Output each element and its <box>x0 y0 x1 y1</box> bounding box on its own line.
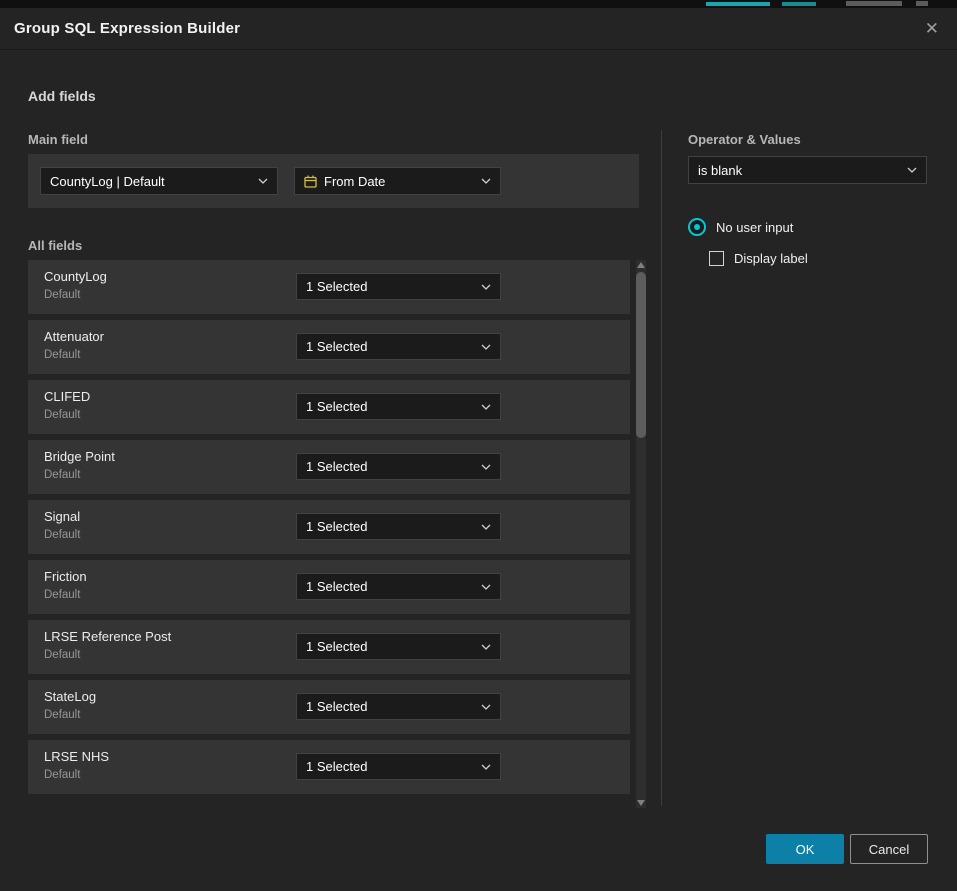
chevron-down-icon <box>481 284 491 290</box>
field-row-clifed[interactable]: CLIFED Default 1 Selected <box>28 380 630 434</box>
field-subtitle: Default <box>44 589 80 601</box>
checkbox-unchecked-icon <box>709 251 724 266</box>
chevron-down-icon <box>481 404 491 410</box>
dialog-header: Group SQL Expression Builder ✕ <box>0 8 957 50</box>
all-fields-label: All fields <box>28 238 82 253</box>
field-name: StateLog <box>44 689 96 704</box>
group-sql-expression-builder-dialog: Group SQL Expression Builder ✕ Add field… <box>0 8 957 891</box>
scrollbar-thumb[interactable] <box>636 272 646 438</box>
field-selected-value: 1 Selected <box>306 639 367 654</box>
display-label-checkbox[interactable]: Display label <box>709 251 808 266</box>
field-selected-value: 1 Selected <box>306 519 367 534</box>
field-row-lrse-reference-post[interactable]: LRSE Reference Post Default 1 Selected <box>28 620 630 674</box>
field-row-lrse-nhs[interactable]: LRSE NHS Default 1 Selected <box>28 740 630 794</box>
field-selected-dropdown[interactable]: 1 Selected <box>296 333 501 360</box>
chevron-down-icon <box>481 524 491 530</box>
field-row-attenuator[interactable]: Attenuator Default 1 Selected <box>28 320 630 374</box>
field-subtitle: Default <box>44 409 80 421</box>
field-selected-dropdown[interactable]: 1 Selected <box>296 513 501 540</box>
main-field-source-value: CountyLog | Default <box>50 174 165 189</box>
add-fields-heading: Add fields <box>28 88 96 104</box>
field-selected-dropdown[interactable]: 1 Selected <box>296 453 501 480</box>
main-field-date-value: From Date <box>324 174 385 189</box>
display-label-label: Display label <box>734 251 808 266</box>
main-field-date-dropdown[interactable]: From Date <box>294 167 501 195</box>
main-field-panel: CountyLog | Default From Date <box>28 154 639 208</box>
radio-selected-icon <box>688 218 706 236</box>
field-selected-dropdown[interactable]: 1 Selected <box>296 273 501 300</box>
no-user-input-label: No user input <box>716 220 793 235</box>
chevron-down-icon <box>481 584 491 590</box>
field-subtitle: Default <box>44 649 80 661</box>
chevron-down-icon <box>481 644 491 650</box>
chevron-down-icon <box>481 704 491 710</box>
background-artifact <box>846 1 902 6</box>
field-name: Friction <box>44 569 87 584</box>
field-row-countylog[interactable]: CountyLog Default 1 Selected <box>28 260 630 314</box>
chevron-down-icon <box>481 344 491 350</box>
chevron-down-icon <box>481 764 491 770</box>
ok-button[interactable]: OK <box>766 834 844 864</box>
field-selected-value: 1 Selected <box>306 279 367 294</box>
no-user-input-radio[interactable]: No user input <box>688 218 793 236</box>
dialog-title: Group SQL Expression Builder <box>14 20 240 37</box>
main-field-source-dropdown[interactable]: CountyLog | Default <box>40 167 278 195</box>
field-subtitle: Default <box>44 349 80 361</box>
field-name: LRSE Reference Post <box>44 629 171 644</box>
field-selected-value: 1 Selected <box>306 339 367 354</box>
chevron-down-icon <box>481 178 491 184</box>
field-subtitle: Default <box>44 289 80 301</box>
field-selected-value: 1 Selected <box>306 579 367 594</box>
field-row-statelog[interactable]: StateLog Default 1 Selected <box>28 680 630 734</box>
operator-values-label: Operator & Values <box>688 132 801 147</box>
field-selected-dropdown[interactable]: 1 Selected <box>296 753 501 780</box>
operator-dropdown[interactable]: is blank <box>688 156 927 184</box>
field-row-signal[interactable]: Signal Default 1 Selected <box>28 500 630 554</box>
fields-scrollbar[interactable] <box>636 260 646 808</box>
main-field-label: Main field <box>28 132 88 147</box>
field-name: Attenuator <box>44 329 104 344</box>
scroll-up-icon[interactable] <box>637 262 645 268</box>
field-selected-value: 1 Selected <box>306 399 367 414</box>
field-selected-value: 1 Selected <box>306 759 367 774</box>
all-fields-list: CountyLog Default 1 Selected Attenuator … <box>28 260 630 800</box>
field-selected-dropdown[interactable]: 1 Selected <box>296 393 501 420</box>
field-selected-dropdown[interactable]: 1 Selected <box>296 633 501 660</box>
operator-value: is blank <box>698 163 742 178</box>
field-subtitle: Default <box>44 769 80 781</box>
chevron-down-icon <box>907 167 917 173</box>
background-app-strip <box>0 0 957 8</box>
field-row-friction[interactable]: Friction Default 1 Selected <box>28 560 630 614</box>
field-name: CountyLog <box>44 269 107 284</box>
close-icon[interactable]: ✕ <box>921 16 943 41</box>
cancel-button[interactable]: Cancel <box>850 834 928 864</box>
calendar-icon <box>304 175 317 188</box>
column-divider <box>661 130 662 806</box>
field-selected-dropdown[interactable]: 1 Selected <box>296 573 501 600</box>
field-selected-dropdown[interactable]: 1 Selected <box>296 693 501 720</box>
field-selected-value: 1 Selected <box>306 699 367 714</box>
field-name: LRSE NHS <box>44 749 109 764</box>
field-subtitle: Default <box>44 529 80 541</box>
chevron-down-icon <box>481 464 491 470</box>
field-subtitle: Default <box>44 709 80 721</box>
chevron-down-icon <box>258 178 268 184</box>
field-name: CLIFED <box>44 389 90 404</box>
field-subtitle: Default <box>44 469 80 481</box>
field-selected-value: 1 Selected <box>306 459 367 474</box>
field-name: Signal <box>44 509 80 524</box>
background-artifact <box>706 2 770 6</box>
scroll-down-icon[interactable] <box>637 800 645 806</box>
background-artifact <box>916 1 928 6</box>
field-name: Bridge Point <box>44 449 115 464</box>
field-row-bridge-point[interactable]: Bridge Point Default 1 Selected <box>28 440 630 494</box>
background-artifact <box>782 2 816 6</box>
